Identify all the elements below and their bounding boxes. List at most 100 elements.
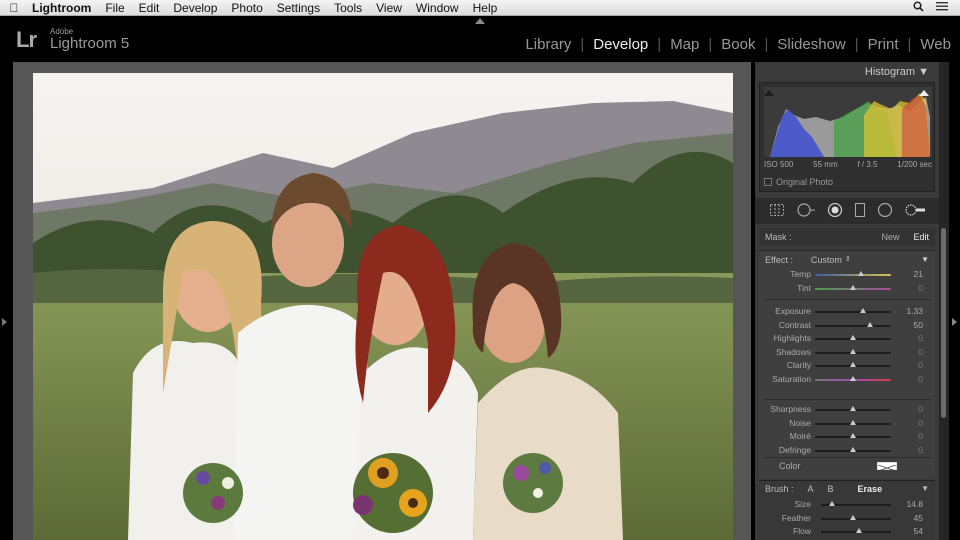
- slider-moir-thumb[interactable]: [850, 433, 856, 438]
- slider-sharpness-value[interactable]: 0: [918, 404, 923, 414]
- right-panel-toggle-icon[interactable]: [952, 318, 957, 326]
- effect-preset-dropdown[interactable]: Custom: [811, 255, 842, 265]
- slider-size-value[interactable]: 14.8: [906, 499, 923, 509]
- module-web[interactable]: Web: [911, 36, 960, 53]
- slider-highlights[interactable]: Highlights 0: [759, 333, 935, 345]
- slider-saturation-thumb[interactable]: [850, 376, 856, 381]
- mask-new-button[interactable]: New: [881, 232, 899, 242]
- collapse-top-panel-icon[interactable]: [475, 18, 485, 24]
- original-photo-toggle[interactable]: Original Photo: [764, 177, 833, 187]
- slider-defringe-thumb[interactable]: [850, 446, 856, 452]
- module-print[interactable]: Print: [859, 36, 908, 53]
- menu-help[interactable]: Help: [466, 0, 505, 16]
- slider-temp-thumb[interactable]: [857, 271, 864, 276]
- slider-contrast-thumb[interactable]: [866, 321, 873, 327]
- mask-edit-button[interactable]: Edit: [913, 232, 929, 242]
- red-eye-icon[interactable]: [827, 202, 843, 220]
- menu-develop[interactable]: Develop: [166, 0, 224, 16]
- slider-exposure-value[interactable]: 1.33: [906, 306, 923, 316]
- slider-shadows[interactable]: Shadows 0: [759, 347, 935, 359]
- spot-removal-icon[interactable]: [796, 202, 816, 220]
- slider-saturation[interactable]: Saturation 0: [759, 374, 935, 386]
- slider-temp-value[interactable]: 21: [914, 269, 923, 279]
- slider-tint-value[interactable]: 0: [918, 283, 923, 293]
- notification-list-icon[interactable]: [936, 1, 948, 15]
- slider-noise-value[interactable]: 0: [918, 418, 923, 428]
- menu-photo[interactable]: Photo: [224, 0, 269, 16]
- slider-tint-thumb[interactable]: [850, 284, 856, 290]
- photo-preview[interactable]: [33, 73, 733, 540]
- effect-preset-chevron-icon[interactable]: ⇕: [845, 255, 851, 265]
- menu-tools[interactable]: Tools: [327, 0, 369, 16]
- slider-exposure[interactable]: Exposure 1.33: [759, 306, 935, 318]
- left-panel-toggle-icon[interactable]: [2, 318, 7, 326]
- module-slideshow[interactable]: Slideshow: [768, 36, 854, 53]
- slider-highlights-value[interactable]: 0: [918, 333, 923, 343]
- color-swatch[interactable]: [877, 462, 897, 472]
- module-develop[interactable]: Develop: [584, 36, 657, 53]
- slider-defringe-value[interactable]: 0: [918, 445, 923, 455]
- slider-contrast-value[interactable]: 50: [914, 320, 923, 330]
- module-library[interactable]: Library: [516, 36, 580, 53]
- radial-filter-icon[interactable]: [877, 202, 893, 220]
- lightroom-logo: Lr: [16, 27, 37, 52]
- slider-clarity[interactable]: Clarity 0: [759, 360, 935, 372]
- slider-shadows-thumb[interactable]: [850, 348, 856, 354]
- module-map[interactable]: Map: [661, 36, 708, 53]
- slider-noise[interactable]: Noise 0: [759, 418, 935, 430]
- slider-temp-track[interactable]: [815, 274, 891, 276]
- collapse-triangle-icon[interactable]: ▼: [918, 66, 929, 78]
- slider-flow-value[interactable]: 54: [914, 526, 923, 536]
- slider-noise-thumb[interactable]: [850, 419, 856, 425]
- histogram[interactable]: ISO 500 55 mm f / 3.5 1/200 sec Original…: [759, 82, 935, 192]
- slider-saturation-value[interactable]: 0: [918, 374, 923, 384]
- slider-flow-thumb[interactable]: [855, 528, 862, 533]
- slider-size[interactable]: Size 14.8: [759, 499, 935, 511]
- slider-sharpness-thumb[interactable]: [850, 406, 856, 411]
- effect-collapse-icon[interactable]: ▼: [921, 255, 929, 265]
- slider-feather-thumb[interactable]: [849, 514, 856, 520]
- scrollbar-thumb[interactable]: [941, 228, 946, 418]
- color-label: Color: [779, 461, 801, 471]
- slider-feather-track[interactable]: [821, 517, 891, 520]
- slider-moir-value[interactable]: 0: [918, 431, 923, 441]
- slider-sharpness[interactable]: Sharpness 0: [759, 404, 935, 416]
- slider-size-thumb[interactable]: [828, 501, 835, 506]
- menu-edit[interactable]: Edit: [132, 0, 167, 16]
- graduated-filter-icon[interactable]: [854, 202, 866, 220]
- slider-tint[interactable]: Tint 0: [759, 283, 935, 295]
- slider-defringe[interactable]: Defringe 0: [759, 445, 935, 457]
- slider-shadows-value[interactable]: 0: [918, 347, 923, 357]
- slider-highlights-thumb[interactable]: [850, 335, 856, 341]
- slider-contrast-track[interactable]: [815, 324, 891, 327]
- histogram-header[interactable]: Histogram ▼: [755, 62, 939, 82]
- menu-window[interactable]: Window: [409, 0, 466, 16]
- menu-view[interactable]: View: [369, 0, 409, 16]
- menu-settings[interactable]: Settings: [270, 0, 327, 16]
- effect-row[interactable]: Effect : Custom ⇕ ▼: [765, 255, 929, 265]
- slider-contrast[interactable]: Contrast 50: [759, 320, 935, 332]
- menu-app-name[interactable]: Lightroom: [28, 0, 98, 16]
- apple-icon[interactable]: : [0, 1, 28, 15]
- slider-moir[interactable]: Moiré 0: [759, 431, 935, 443]
- spotlight-search-icon[interactable]: [913, 0, 924, 15]
- original-photo-checkbox[interactable]: [764, 178, 772, 186]
- slider-feather-value[interactable]: 45: [914, 513, 923, 523]
- slider-feather[interactable]: Feather 45: [759, 513, 935, 525]
- brush-erase-button[interactable]: Erase: [858, 484, 883, 494]
- slider-saturation-label: Saturation: [772, 374, 811, 384]
- brush-a-button[interactable]: A: [808, 484, 814, 494]
- adjustment-brush-icon[interactable]: [904, 203, 926, 220]
- slider-temp[interactable]: Temp 21: [759, 269, 935, 281]
- slider-clarity-value[interactable]: 0: [918, 360, 923, 370]
- slider-flow[interactable]: Flow 54: [759, 526, 935, 538]
- brush-b-button[interactable]: B: [828, 484, 834, 494]
- image-canvas[interactable]: [13, 62, 751, 540]
- brush-collapse-icon[interactable]: ▼: [921, 484, 929, 494]
- module-book[interactable]: Book: [712, 36, 764, 53]
- crop-overlay-icon[interactable]: [769, 203, 785, 220]
- slider-exposure-thumb[interactable]: [859, 308, 866, 313]
- slider-clarity-thumb[interactable]: [850, 362, 856, 368]
- slider-exposure-track[interactable]: [815, 311, 891, 313]
- menu-file[interactable]: File: [98, 0, 131, 16]
